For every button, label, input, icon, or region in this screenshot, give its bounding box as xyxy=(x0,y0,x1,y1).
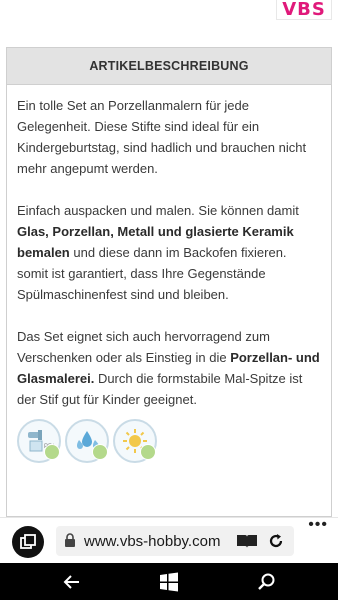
vbs-logo[interactable]: VBS xyxy=(276,0,332,20)
description-paragraph-1: Ein tolle Set an Porzellanmalern für jed… xyxy=(17,98,307,176)
water-resistant-icon xyxy=(65,419,109,463)
description-paragraph-2: Einfach auspacken und malen. Sie können … xyxy=(17,200,321,305)
top-strip: VBS xyxy=(0,0,338,30)
windows-start-icon[interactable] xyxy=(159,572,179,592)
reading-view-icon[interactable] xyxy=(236,533,258,549)
system-navigation-bar xyxy=(0,563,338,600)
tabs-button[interactable] xyxy=(12,526,44,558)
p2-text-a: Einfach auspacken und malen. Sie können … xyxy=(17,203,299,218)
refresh-icon[interactable] xyxy=(266,531,286,551)
description-header: ARTIKELBESCHREIBUNG xyxy=(7,48,331,85)
check-icon xyxy=(92,444,108,460)
search-icon[interactable] xyxy=(257,572,277,592)
back-arrow-icon[interactable] xyxy=(62,572,82,592)
logo-text: VBS xyxy=(282,0,326,20)
dishwasher-safe-icon: PRO xyxy=(17,419,61,463)
check-icon xyxy=(140,444,156,460)
address-bar[interactable]: www.vbs-hobby.com xyxy=(56,526,294,556)
browser-toolbar: www.vbs-hobby.com ••• xyxy=(0,517,338,563)
lock-icon xyxy=(65,533,75,547)
description-paragraph-3: Das Set eignet sich auch hervorragend zu… xyxy=(17,326,321,410)
url-text[interactable]: www.vbs-hobby.com xyxy=(84,532,234,552)
description-body: Ein tolle Set an Porzellanmalern für jed… xyxy=(7,85,331,463)
feature-icons: PRO xyxy=(17,419,321,463)
description-card: ARTIKELBESCHREIBUNG Ein tolle Set an Por… xyxy=(6,47,332,517)
sun-resistant-icon xyxy=(113,419,157,463)
check-icon xyxy=(44,444,60,460)
tabs-icon xyxy=(20,534,36,549)
more-menu-button[interactable]: ••• xyxy=(308,517,328,533)
